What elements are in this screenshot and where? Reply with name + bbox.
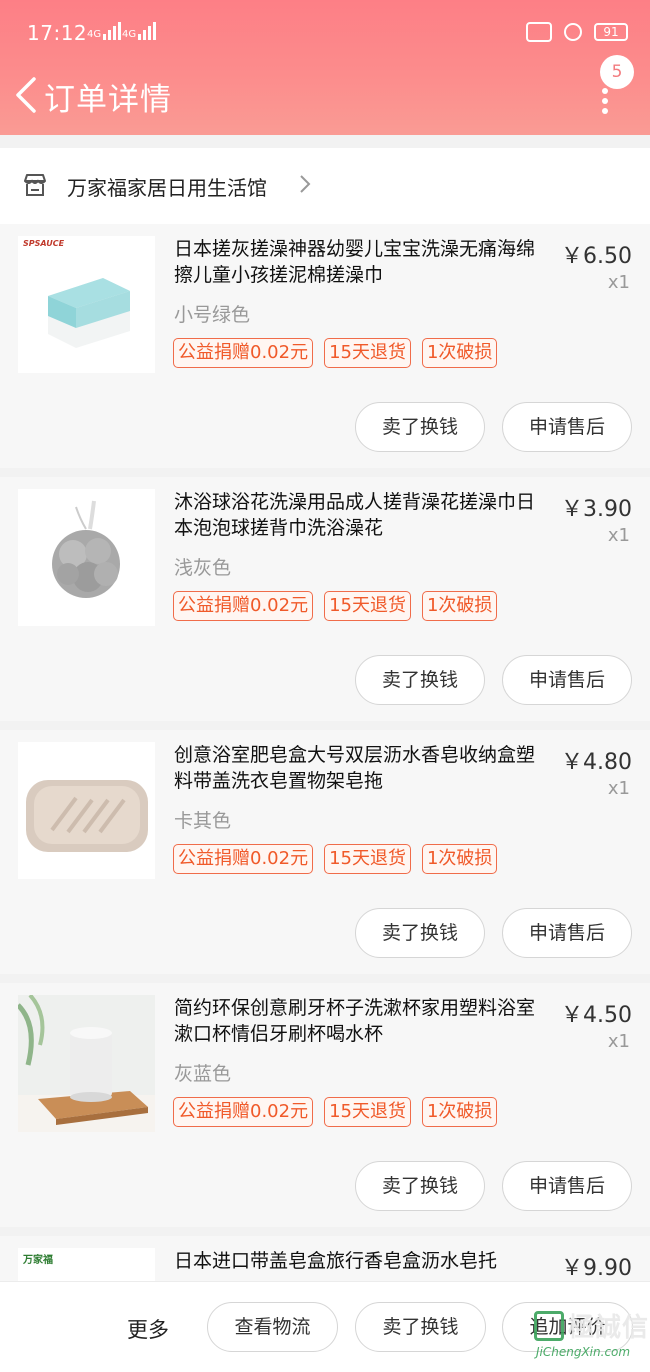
view-logistics-button[interactable]: 查看物流 (207, 1302, 338, 1352)
product-image[interactable] (18, 489, 155, 626)
product-quantity: x1 (607, 525, 630, 546)
battery-icon: 91 (594, 23, 628, 41)
tag-charity: 公益捐赠0.02元 (173, 338, 314, 368)
brand-logo: SPSAUCE (23, 239, 65, 248)
tag-charity: 公益捐赠0.02元 (173, 1097, 314, 1127)
product-image[interactable]: 万家福 (18, 1248, 155, 1281)
tag-return: 15天退货 (324, 591, 411, 621)
tag-damage: 1次破损 (421, 1097, 498, 1127)
after-sales-button[interactable]: 申请售后 (502, 402, 632, 452)
shop-row[interactable]: 万家福家居日用生活馆 (0, 148, 650, 224)
order-item[interactable]: 万家福 日本进口带盖皂盒旅行香皂盒沥水皂托 ￥9.90 (0, 1236, 650, 1281)
sell-order-button[interactable]: 卖了换钱 (355, 1302, 486, 1352)
tag-return: 15天退货 (324, 338, 411, 368)
product-price: ￥4.50 (561, 1003, 632, 1028)
page-title: 订单详情 (44, 82, 172, 118)
product-price: ￥6.50 (561, 244, 632, 269)
more-menu-icon[interactable] (602, 88, 610, 114)
notification-badge[interactable]: 5 (600, 55, 634, 89)
product-price: ￥9.90 (561, 1256, 632, 1281)
product-sku: 小号绿色 (174, 304, 251, 326)
tag-charity: 公益捐赠0.02元 (173, 591, 314, 621)
product-sku: 灰蓝色 (174, 1063, 232, 1085)
after-sales-button[interactable]: 申请售后 (502, 1161, 632, 1211)
header-bar: 17:12 4G 4G 91 订单详情 5 (0, 0, 650, 135)
tag-return: 15天退货 (324, 844, 411, 874)
sell-button[interactable]: 卖了换钱 (355, 908, 485, 958)
product-image[interactable]: SPSAUCE (18, 236, 155, 373)
watermark-url: JiChengXin.com (536, 1345, 631, 1359)
tag-damage: 1次破损 (421, 338, 498, 368)
product-title: 沐浴球浴花洗澡用品成人搓背澡花搓澡巾日本泡泡球搓背巾洗浴澡花 (174, 491, 536, 539)
back-arrow-icon[interactable] (12, 76, 42, 114)
product-quantity: x1 (607, 1031, 630, 1052)
product-title: 日本进口带盖皂盒旅行香皂盒沥水皂托 (174, 1250, 498, 1272)
nav-bar: 订单详情 (0, 64, 650, 134)
product-title: 日本搓灰搓澡神器幼婴儿宝宝洗澡无痛海绵擦儿童小孩搓泥棉搓澡巾 (174, 238, 536, 286)
order-item[interactable]: 简约环保创意刷牙杯子洗漱杯家用塑料浴室漱口杯情侣牙刷杯喝水杯 ￥4.50 x1 … (0, 983, 650, 1227)
shop-name: 万家福家居日用生活馆 (67, 176, 267, 200)
lock-icon (564, 23, 582, 41)
product-title: 创意浴室肥皂盒大号双层沥水香皂收纳盒塑料带盖洗衣皂置物架皂拖 (174, 744, 536, 792)
status-bar: 17:12 4G 4G 91 (0, 0, 650, 64)
product-quantity: x1 (607, 272, 630, 293)
product-image[interactable] (18, 742, 155, 879)
chevron-right-icon (300, 175, 311, 193)
tag-damage: 1次破损 (421, 591, 498, 621)
product-image[interactable] (18, 995, 155, 1132)
brand-logo: 万家福 (23, 1255, 53, 1266)
product-quantity: x1 (607, 778, 630, 799)
more-button[interactable]: 更多 (127, 1314, 169, 1344)
product-sku: 浅灰色 (174, 557, 232, 579)
after-sales-button[interactable]: 申请售后 (502, 655, 632, 705)
product-price: ￥4.80 (561, 750, 632, 775)
watermark-text: 極誠信 (568, 1313, 650, 1343)
watermark-logo-icon (534, 1311, 564, 1341)
nfc-icon (526, 22, 552, 42)
status-time: 17:12 (27, 21, 88, 45)
sell-button[interactable]: 卖了换钱 (355, 1161, 485, 1211)
signal-icon: 4G (87, 22, 122, 40)
tag-charity: 公益捐赠0.02元 (173, 844, 314, 874)
product-title: 简约环保创意刷牙杯子洗漱杯家用塑料浴室漱口杯情侣牙刷杯喝水杯 (174, 997, 536, 1045)
tag-return: 15天退货 (324, 1097, 411, 1127)
tag-damage: 1次破损 (421, 844, 498, 874)
sell-button[interactable]: 卖了换钱 (355, 402, 485, 452)
after-sales-button[interactable]: 申请售后 (502, 908, 632, 958)
product-sku: 卡其色 (174, 810, 232, 832)
signal-icon-2: 4G (122, 22, 157, 40)
order-item[interactable]: 沐浴球浴花洗澡用品成人搓背澡花搓澡巾日本泡泡球搓背巾洗浴澡花 ￥3.90 x1 … (0, 477, 650, 721)
product-price: ￥3.90 (561, 497, 632, 522)
sell-button[interactable]: 卖了换钱 (355, 655, 485, 705)
order-item[interactable]: SPSAUCE 日本搓灰搓澡神器幼婴儿宝宝洗澡无痛海绵擦儿童小孩搓泥棉搓澡巾 ￥… (0, 224, 650, 468)
store-icon (24, 174, 46, 196)
order-item[interactable]: 创意浴室肥皂盒大号双层沥水香皂收纳盒塑料带盖洗衣皂置物架皂拖 ￥4.80 x1 … (0, 730, 650, 974)
watermark: 極誠信 JiChengXin.com (532, 1305, 650, 1365)
